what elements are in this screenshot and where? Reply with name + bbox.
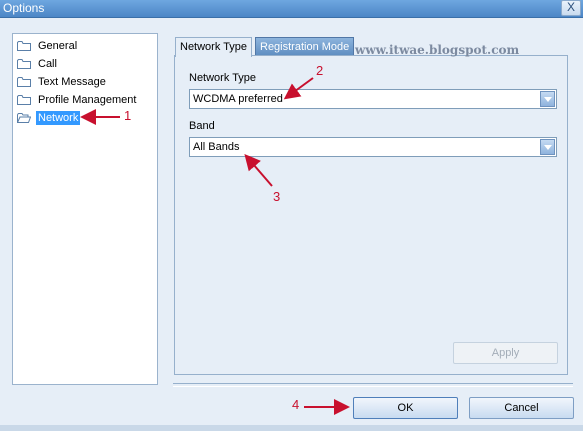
- tree-item-label: General: [38, 39, 78, 52]
- tree-item-network[interactable]: Network: [17, 110, 81, 125]
- tree-item-label: Text Message: [38, 75, 106, 88]
- cancel-button[interactable]: Cancel: [469, 397, 574, 419]
- ok-button[interactable]: OK: [353, 397, 458, 419]
- network-type-value: WCDMA preferred: [193, 93, 283, 105]
- apply-button[interactable]: Apply: [453, 342, 558, 364]
- divider: [173, 383, 573, 387]
- tree-item-label: Call: [38, 57, 57, 70]
- watermark: www.itwae.blogspot.com: [355, 43, 520, 57]
- folder-icon: [17, 95, 31, 105]
- tree-item-text-message[interactable]: Text Message: [17, 74, 108, 89]
- window-bottom-edge: [0, 425, 583, 431]
- network-type-label: Network Type: [189, 72, 257, 84]
- tab-network-type[interactable]: Network Type: [175, 37, 253, 57]
- folder-icon: [17, 41, 31, 51]
- chevron-down-icon[interactable]: [540, 139, 555, 155]
- folder-icon: [17, 59, 31, 69]
- folder-icon: [17, 77, 31, 87]
- chevron-down-icon[interactable]: [540, 91, 555, 107]
- title-bar: Options X: [0, 0, 583, 18]
- options-tree: General Call Text Message Profile Manage…: [12, 33, 158, 385]
- tree-item-call[interactable]: Call: [17, 56, 59, 71]
- close-button[interactable]: X: [561, 0, 581, 16]
- network-type-select[interactable]: WCDMA preferred: [189, 89, 557, 109]
- tree-item-profile-management[interactable]: Profile Management: [17, 92, 138, 107]
- tree-item-label: Profile Management: [38, 93, 137, 106]
- window-title: Options: [3, 1, 45, 15]
- annotation-label-3: 3: [273, 189, 281, 204]
- tree-item-label: Network: [36, 110, 81, 125]
- tab-registration-mode[interactable]: Registration Mode: [255, 37, 355, 56]
- folder-open-icon: [17, 113, 31, 123]
- band-select[interactable]: All Bands: [189, 137, 557, 157]
- tree-item-general[interactable]: General: [17, 38, 79, 53]
- annotation-label-1: 1: [124, 108, 132, 123]
- band-label: Band: [189, 120, 215, 132]
- band-value: All Bands: [193, 141, 240, 153]
- annotation-label-2: 2: [316, 63, 324, 78]
- annotation-label-4: 4: [292, 397, 300, 412]
